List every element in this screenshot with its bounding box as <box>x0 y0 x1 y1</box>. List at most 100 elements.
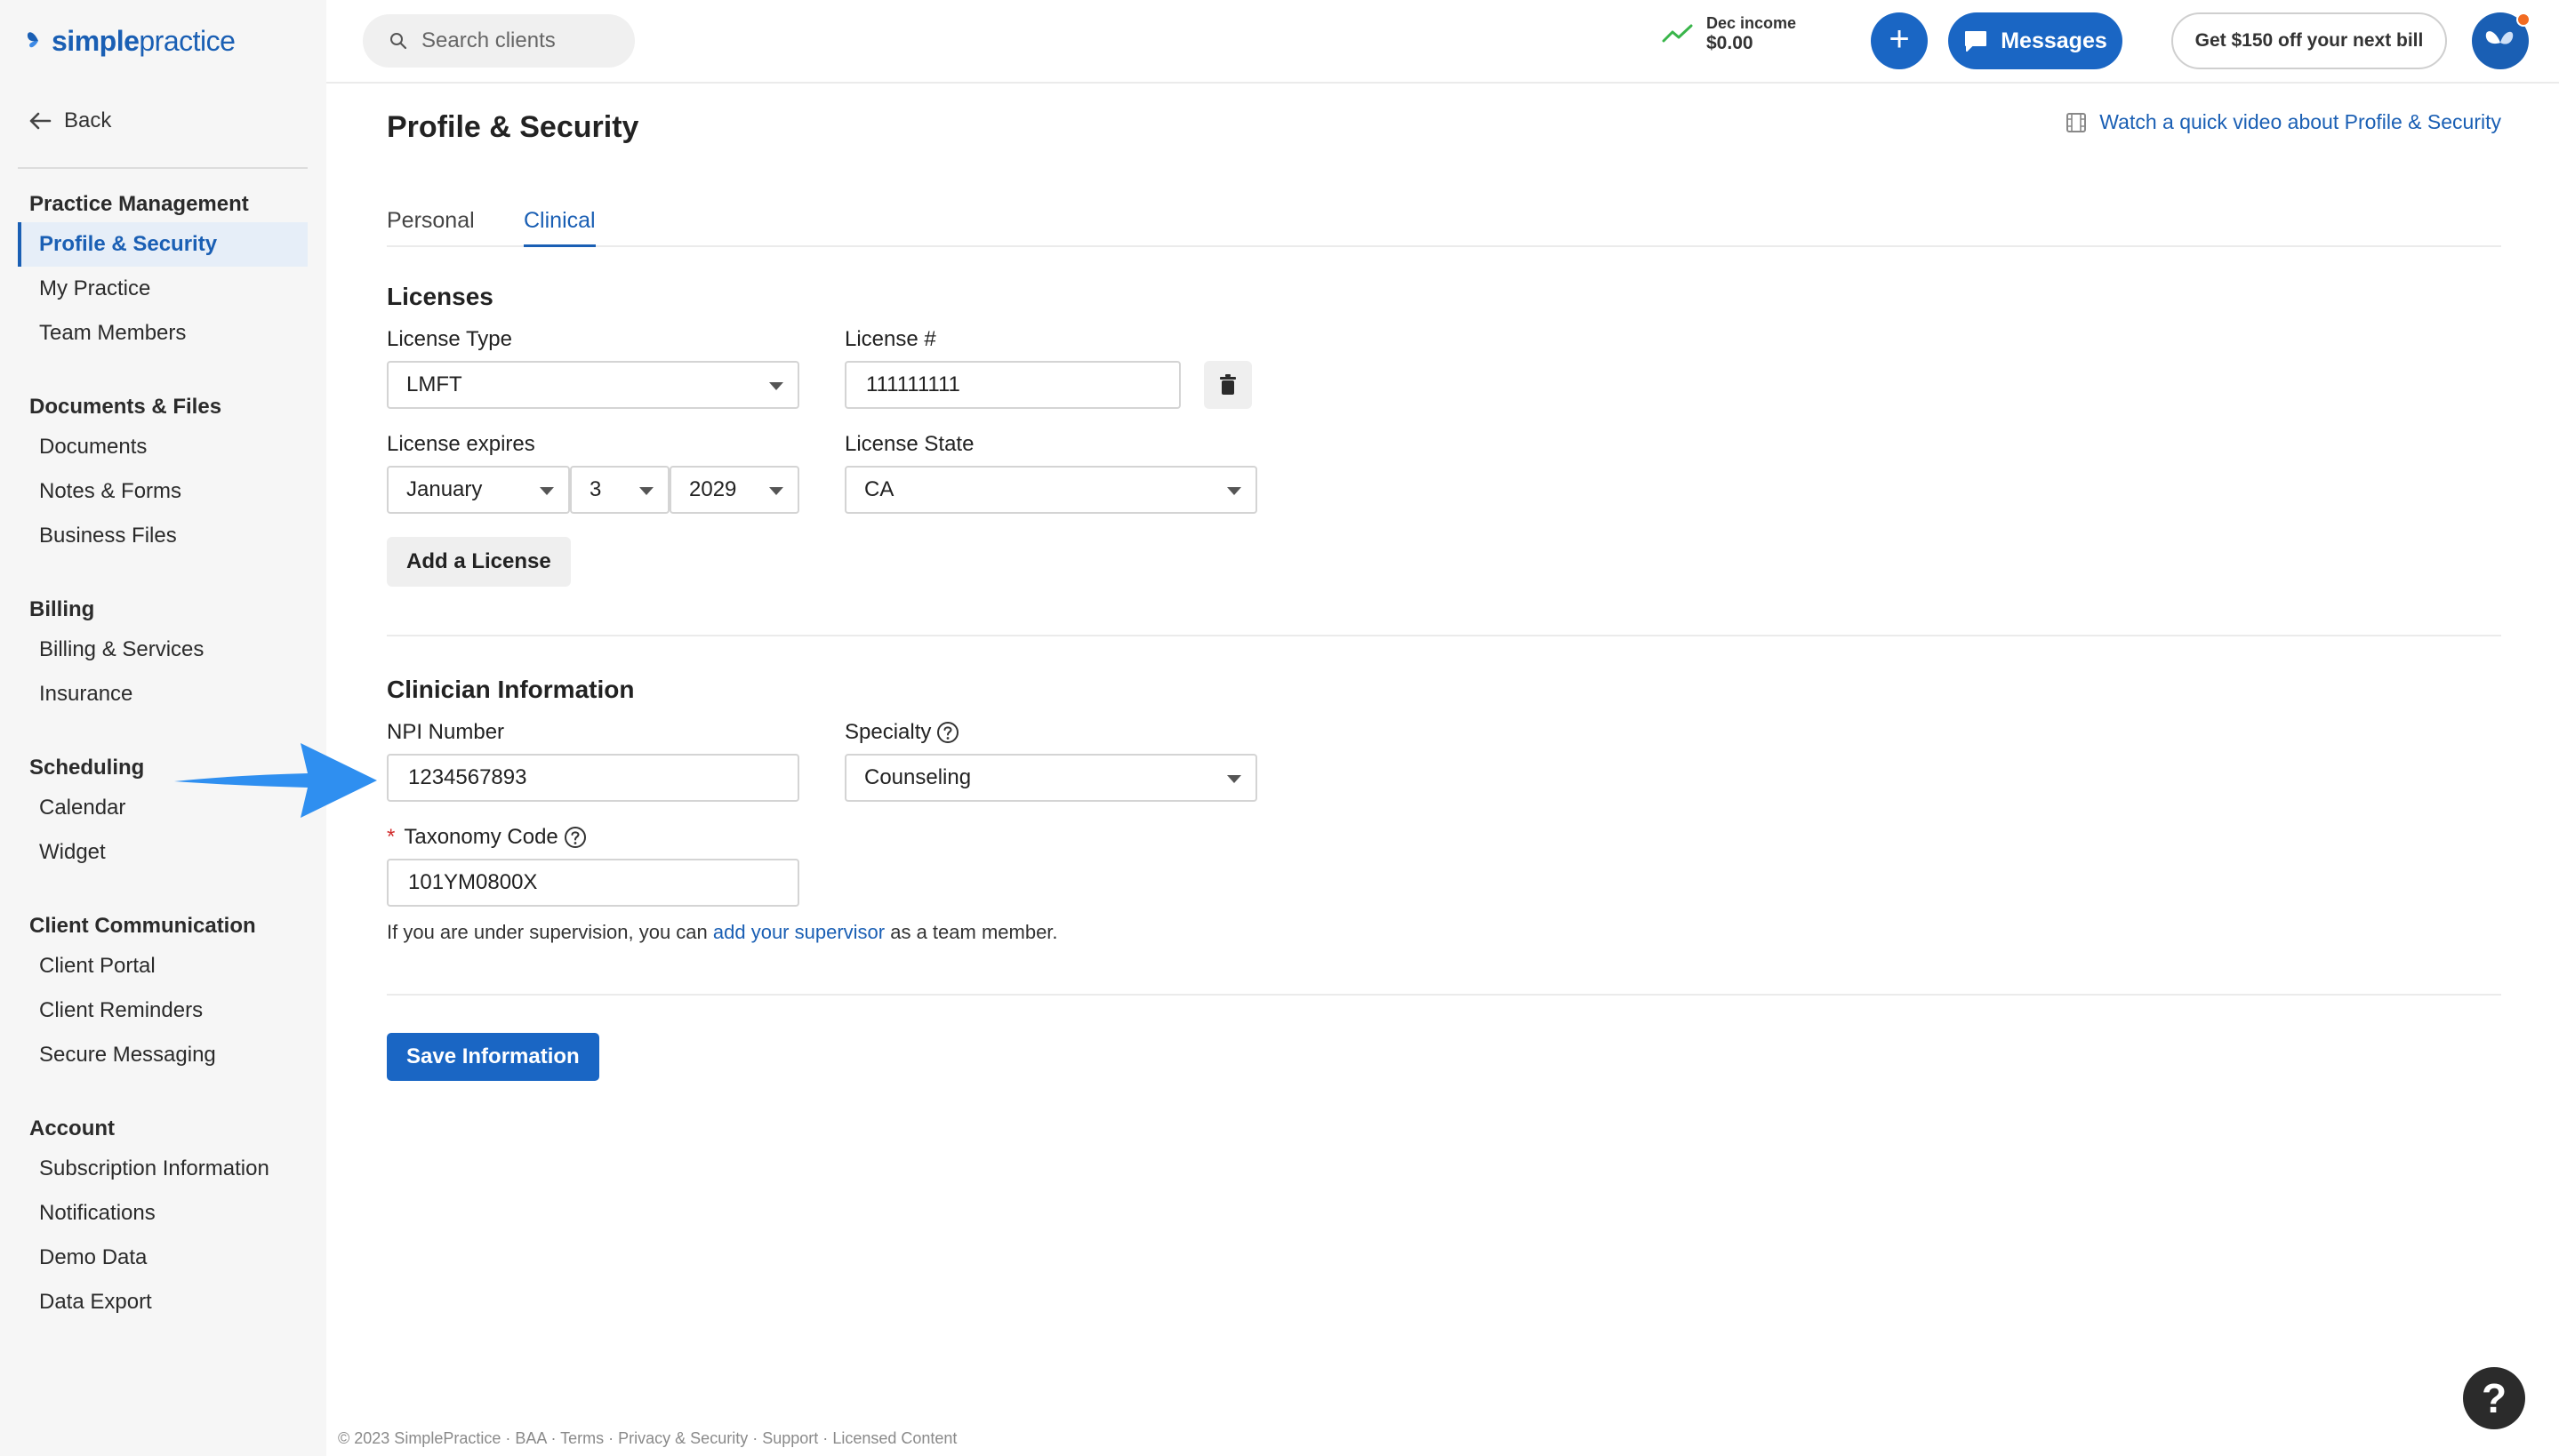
sidebar: simplepractice Back Practice Management … <box>0 0 326 1456</box>
help-circle-icon[interactable] <box>936 721 959 744</box>
save-information-button[interactable]: Save Information <box>387 1033 599 1081</box>
taxonomy-label: * Taxonomy Code <box>387 825 587 850</box>
video-link[interactable]: Watch a quick video about Profile & Secu… <box>2066 110 2501 134</box>
section-divider <box>387 994 2501 996</box>
footer-link-privacy-security[interactable]: Privacy & Security <box>618 1429 748 1447</box>
sidebar-item-billing-services[interactable]: Billing & Services <box>18 628 308 672</box>
chevron-down-icon <box>540 487 554 495</box>
trash-icon <box>1220 374 1236 395</box>
add-supervisor-link[interactable]: add your supervisor <box>713 921 885 943</box>
sidebar-item-insurance[interactable]: Insurance <box>18 672 308 716</box>
sidebar-item-notifications[interactable]: Notifications <box>18 1191 308 1236</box>
footer-link-terms[interactable]: Terms <box>560 1429 604 1447</box>
license-expires-month-select[interactable]: January <box>387 466 570 514</box>
sidebar-item-subscription-information[interactable]: Subscription Information <box>18 1147 308 1191</box>
license-number-input[interactable] <box>864 372 1179 398</box>
footer: © 2023 SimplePractice · BAA · Terms · Pr… <box>338 1429 958 1447</box>
add-license-button[interactable]: Add a License <box>387 537 571 587</box>
footer-link-support[interactable]: Support <box>762 1429 818 1447</box>
chevron-down-icon <box>639 487 654 495</box>
sidebar-item-business-files[interactable]: Business Files <box>18 514 308 558</box>
license-type-value: LMFT <box>406 372 462 396</box>
license-type-select[interactable]: LMFT <box>387 361 799 409</box>
license-state-select[interactable]: CA <box>845 466 1257 514</box>
license-state-label: License State <box>845 432 975 456</box>
trend-up-icon <box>1662 24 1693 43</box>
specialty-label-text: Specialty <box>845 720 932 744</box>
specialty-value: Counseling <box>864 765 972 789</box>
search-input[interactable] <box>420 28 615 54</box>
supervision-note-before: If you are under supervision, you can <box>387 921 708 943</box>
license-number-label: License # <box>845 327 936 351</box>
license-expires-day-value: 3 <box>590 477 602 501</box>
top-bar: Dec income $0.00 + Messages Get $150 off… <box>326 0 2559 84</box>
avatar[interactable] <box>2472 12 2531 69</box>
section-divider <box>387 635 2501 636</box>
npi-input[interactable] <box>406 764 798 791</box>
footer-copyright: © 2023 SimplePractice <box>338 1429 501 1447</box>
income-label: Dec income <box>1706 14 1797 32</box>
arrow-left-icon <box>29 112 52 130</box>
back-label: Back <box>64 108 112 132</box>
delete-license-button[interactable] <box>1204 361 1252 409</box>
simplepractice-logo[interactable]: simplepractice <box>25 20 236 62</box>
help-button[interactable]: ? <box>2463 1367 2525 1429</box>
specialty-label: Specialty <box>845 720 959 745</box>
npi-label: NPI Number <box>387 720 505 744</box>
annotation-arrow-icon <box>174 743 377 818</box>
sidebar-divider <box>18 167 308 169</box>
npi-field[interactable] <box>387 754 799 802</box>
taxonomy-input[interactable] <box>406 869 798 896</box>
taxonomy-label-text: Taxonomy Code <box>404 825 558 849</box>
license-expires-year-value: 2029 <box>689 477 737 501</box>
sidebar-item-documents[interactable]: Documents <box>18 425 308 469</box>
license-expires-year-select[interactable]: 2029 <box>670 466 799 514</box>
back-link[interactable]: Back <box>28 108 111 133</box>
sidebar-item-team-members[interactable]: Team Members <box>18 311 308 356</box>
chevron-down-icon <box>1227 775 1241 783</box>
help-circle-icon[interactable] <box>564 826 587 849</box>
income-summary[interactable]: Dec income $0.00 <box>1662 14 1796 54</box>
sidebar-item-client-reminders[interactable]: Client Reminders <box>18 988 308 1033</box>
profile-tabs: Personal Clinical <box>387 208 2501 247</box>
chevron-down-icon <box>769 382 783 390</box>
nav-group-billing: Billing <box>29 597 95 621</box>
promo-button[interactable]: Get $150 off your next bill <box>2171 12 2447 69</box>
messages-label: Messages <box>2001 28 2107 53</box>
nav-group-documents-files: Documents & Files <box>29 395 222 419</box>
license-state-value: CA <box>864 477 894 501</box>
butterfly-logo-icon <box>27 32 38 48</box>
sidebar-item-secure-messaging[interactable]: Secure Messaging <box>18 1033 308 1077</box>
footer-link-licensed-content[interactable]: Licensed Content <box>832 1429 957 1447</box>
sidebar-item-profile-security[interactable]: Profile & Security <box>18 222 308 267</box>
income-value: $0.00 <box>1706 32 1753 53</box>
license-expires-label: License expires <box>387 432 535 456</box>
tab-personal[interactable]: Personal <box>387 208 475 247</box>
supervision-note: If you are under supervision, you can ad… <box>387 921 1058 944</box>
sidebar-item-notes-forms[interactable]: Notes & Forms <box>18 469 308 514</box>
nav-group-practice-management: Practice Management <box>29 192 249 216</box>
license-number-field[interactable] <box>845 361 1181 409</box>
notification-dot <box>2516 12 2531 27</box>
sidebar-item-my-practice[interactable]: My Practice <box>18 267 308 311</box>
create-new-button[interactable]: + <box>1871 12 1928 69</box>
license-expires-day-select[interactable]: 3 <box>570 466 670 514</box>
page-title: Profile & Security <box>387 110 639 144</box>
clinician-info-heading: Clinician Information <box>387 676 635 703</box>
sidebar-item-widget[interactable]: Widget <box>18 830 308 875</box>
nav-group-account: Account <box>29 1116 115 1140</box>
license-expires-month-value: January <box>406 477 483 501</box>
tab-clinical[interactable]: Clinical <box>524 208 596 247</box>
footer-link-baa[interactable]: BAA <box>515 1429 546 1447</box>
logo-text: simplepractice <box>52 24 236 57</box>
license-type-label: License Type <box>387 327 512 351</box>
messages-button[interactable]: Messages <box>1948 12 2122 69</box>
specialty-select[interactable]: Counseling <box>845 754 1257 802</box>
nav-group-client-communication: Client Communication <box>29 914 256 938</box>
taxonomy-field[interactable] <box>387 859 799 907</box>
required-asterisk: * <box>387 825 396 849</box>
sidebar-item-client-portal[interactable]: Client Portal <box>18 944 308 988</box>
sidebar-item-demo-data[interactable]: Demo Data <box>18 1236 308 1280</box>
search-box[interactable] <box>363 14 635 68</box>
sidebar-item-data-export[interactable]: Data Export <box>18 1280 308 1324</box>
